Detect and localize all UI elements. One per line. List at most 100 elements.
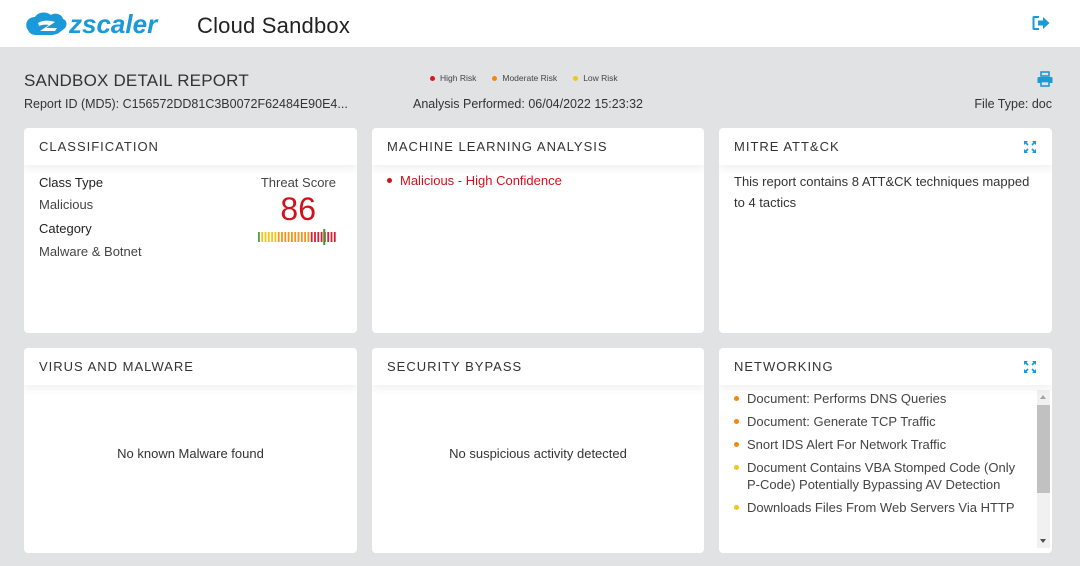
high-risk-dot-icon — [387, 178, 392, 183]
moderate-risk-dot-icon — [734, 419, 739, 424]
report-title: SANDBOX DETAIL REPORT — [24, 71, 249, 90]
security-bypass-card: SECURITY BYPASS No suspicious activity d… — [372, 348, 704, 553]
list-item: Document Contains VBA Stomped Code (Only… — [734, 459, 1029, 493]
legend-label: High Risk — [440, 73, 477, 83]
card-title: NETWORKING — [734, 359, 834, 374]
zscaler-logo: zscaler — [26, 9, 159, 39]
low-risk-dot-icon — [734, 465, 739, 470]
virus-empty-message: No known Malware found — [117, 446, 264, 461]
card-header: CLASSIFICATION — [24, 128, 357, 165]
list-item-text: Downloads Files From Web Servers Via HTT… — [747, 500, 1015, 515]
card-title: CLASSIFICATION — [39, 139, 159, 154]
legend-label: Low Risk — [583, 73, 618, 83]
file-type: File Type: doc — [974, 97, 1052, 111]
classification-card: CLASSIFICATION Class Type Malicious Cate… — [24, 128, 357, 333]
virus-malware-card: VIRUS AND MALWARE No known Malware found — [24, 348, 357, 553]
class-type-value: Malicious — [39, 197, 94, 212]
gauge-tick — [258, 232, 260, 242]
list-item: Downloads Files From Web Servers Via HTT… — [734, 499, 1029, 516]
moderate-risk-dot-icon — [734, 442, 739, 447]
card-header: VIRUS AND MALWARE — [24, 348, 357, 385]
risk-legend: High Risk Moderate Risk Low Risk — [430, 73, 618, 83]
mitre-attack-card: MITRE ATT&CK This report contains 8 ATT&… — [719, 128, 1052, 333]
high-risk-dot-icon — [430, 75, 435, 81]
card-header: MACHINE LEARNING ANALYSIS — [372, 128, 704, 165]
category-value: Malware & Botnet — [39, 244, 142, 259]
networking-card: NETWORKING Document: Performs DNS Querie… — [719, 348, 1052, 553]
classification-body: Class Type Malicious Category Malware & … — [24, 165, 357, 315]
gauge-tick — [281, 232, 283, 242]
list-item-text: Document: Performs DNS Queries — [747, 391, 947, 406]
print-icon[interactable] — [1037, 71, 1053, 87]
gauge-tick — [271, 232, 273, 242]
list-item: Document: Generate TCP Traffic — [734, 413, 1029, 430]
category-label: Category — [39, 221, 92, 236]
expand-icon[interactable] — [1023, 360, 1037, 374]
gauge-tick — [284, 232, 287, 242]
gauge-tick — [320, 232, 323, 242]
gauge-tick — [300, 232, 303, 242]
networking-body: Document: Performs DNS Queries Document:… — [719, 385, 1052, 553]
list-item-text: Document Contains VBA Stomped Code (Only… — [747, 460, 1016, 492]
card-header: SECURITY BYPASS — [372, 348, 704, 385]
card-title: MACHINE LEARNING ANALYSIS — [387, 139, 608, 154]
gauge-tick — [277, 232, 280, 242]
networking-scrollbar[interactable] — [1037, 390, 1050, 548]
legend-high-risk: High Risk — [430, 73, 476, 83]
card-header: NETWORKING — [719, 348, 1052, 385]
expand-icon[interactable] — [1023, 140, 1037, 154]
gauge-tick — [304, 232, 306, 242]
class-type-label: Class Type — [39, 175, 104, 190]
gauge-tick — [314, 232, 316, 242]
scrollbar-thumb[interactable] — [1037, 405, 1050, 493]
gauge-tick — [307, 232, 310, 242]
analysis-performed: Analysis Performed: 06/04/2022 15:23:32 — [413, 97, 644, 111]
mitre-summary: This report contains 8 ATT&CK techniques… — [734, 174, 1030, 210]
ml-result-text: Malicious - High Confidence — [400, 173, 562, 188]
low-risk-dot-icon — [734, 505, 739, 510]
scroll-up-arrow-icon[interactable] — [1040, 395, 1046, 399]
legend-low-risk: Low Risk — [573, 73, 618, 83]
mitre-body: This report contains 8 ATT&CK techniques… — [719, 165, 1052, 222]
list-item-text: Snort IDS Alert For Network Traffic — [747, 437, 947, 452]
gauge-tick — [294, 232, 297, 242]
card-title: SECURITY BYPASS — [387, 359, 523, 374]
card-title: VIRUS AND MALWARE — [39, 359, 194, 374]
list-item: Document: Performs DNS Queries — [734, 390, 1029, 407]
card-title: MITRE ATT&CK — [734, 139, 840, 154]
threat-score-value: 86 — [280, 191, 316, 227]
list-item-text: Document: Generate TCP Traffic — [747, 414, 936, 429]
scroll-down-arrow-icon[interactable] — [1040, 539, 1046, 543]
security-bypass-empty-message: No suspicious activity detected — [449, 446, 627, 461]
gauge-tick — [327, 232, 330, 242]
svg-text:zscaler: zscaler — [68, 9, 159, 39]
gauge-tick — [274, 232, 277, 242]
machine-learning-body: Malicious - High Confidence — [372, 165, 704, 197]
gauge-tick — [297, 232, 300, 242]
report-id: Report ID (MD5): C156572DD81C3B0072F6248… — [24, 97, 348, 111]
top-bar: zscaler Cloud Sandbox — [0, 0, 1080, 47]
list-item: Snort IDS Alert For Network Traffic — [734, 436, 1029, 453]
gauge-tick — [333, 232, 336, 242]
machine-learning-card: MACHINE LEARNING ANALYSIS Malicious - Hi… — [372, 128, 704, 333]
gauge-marker — [323, 229, 326, 245]
gauge-tick — [291, 232, 293, 242]
app-title: Cloud Sandbox — [197, 13, 351, 38]
gauge-tick — [330, 232, 333, 242]
gauge-tick — [287, 232, 290, 242]
ml-result-item: Malicious - High Confidence — [387, 173, 689, 188]
threat-score-label: Threat Score — [260, 175, 336, 190]
moderate-risk-dot-icon — [492, 75, 498, 81]
gauge-tick — [267, 232, 270, 242]
card-header: MITRE ATT&CK — [719, 128, 1052, 165]
threat-score-gauge — [258, 229, 336, 245]
gauge-tick — [261, 232, 264, 242]
sign-out-icon[interactable] — [1031, 13, 1051, 33]
legend-moderate-risk: Moderate Risk — [492, 73, 557, 83]
gauge-tick — [317, 232, 320, 242]
gauge-tick — [264, 232, 267, 242]
low-risk-dot-icon — [573, 75, 579, 81]
moderate-risk-dot-icon — [734, 396, 739, 401]
networking-list: Document: Performs DNS Queries Document:… — [734, 390, 1029, 522]
legend-label: Moderate Risk — [502, 73, 558, 83]
